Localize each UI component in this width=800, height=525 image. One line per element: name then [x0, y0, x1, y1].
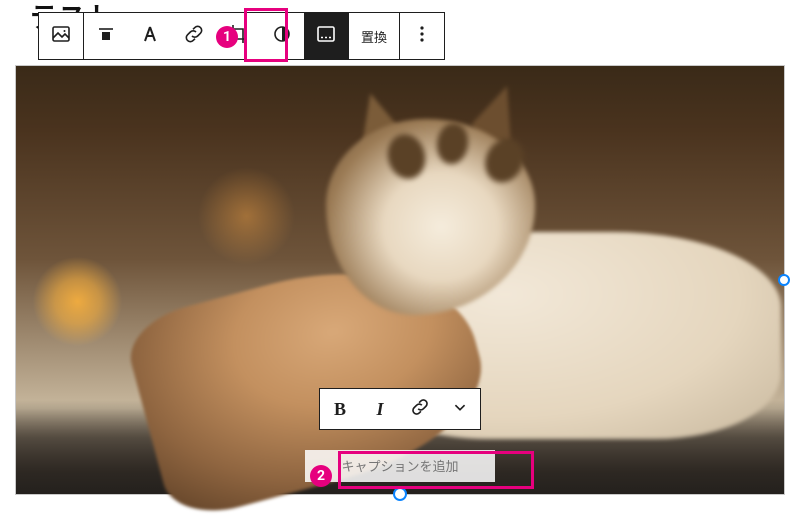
duotone-button[interactable] — [260, 13, 304, 59]
annotation-badge-1: 1 — [216, 26, 238, 48]
caption-toggle-icon — [314, 22, 338, 50]
inline-format-toolbar: B I — [319, 388, 481, 430]
replace-button[interactable]: 置換 — [349, 13, 399, 59]
caption-input[interactable] — [305, 459, 495, 474]
block-type-button[interactable] — [39, 13, 83, 59]
caption-toggle-button[interactable] — [304, 13, 348, 59]
align-button[interactable] — [84, 13, 128, 59]
toolbar-group-more — [400, 13, 444, 59]
chevron-down-icon — [449, 396, 471, 422]
caption-field[interactable] — [305, 450, 495, 482]
inline-more-button[interactable] — [440, 389, 480, 429]
bold-button[interactable]: B — [320, 389, 360, 429]
text-overlay-icon — [138, 22, 162, 50]
toolbar-group-replace: 置換 — [349, 13, 400, 59]
link-icon — [182, 22, 206, 50]
align-icon — [94, 22, 118, 50]
link-icon — [409, 396, 431, 422]
block-inserter-handle[interactable] — [393, 487, 407, 501]
duotone-icon — [270, 22, 294, 50]
image-block-icon — [49, 22, 73, 50]
block-toolbar: 置換 — [38, 12, 445, 60]
italic-button[interactable]: I — [360, 389, 400, 429]
inline-link-button[interactable] — [400, 389, 440, 429]
resize-handle-right[interactable] — [778, 274, 790, 286]
more-options-button[interactable] — [400, 13, 444, 59]
image-block[interactable]: B I — [15, 65, 785, 495]
toolbar-group-type — [39, 13, 84, 59]
text-overlay-button[interactable] — [128, 13, 172, 59]
link-button[interactable] — [172, 13, 216, 59]
more-icon — [410, 22, 434, 50]
annotation-badge-2: 2 — [310, 465, 332, 487]
